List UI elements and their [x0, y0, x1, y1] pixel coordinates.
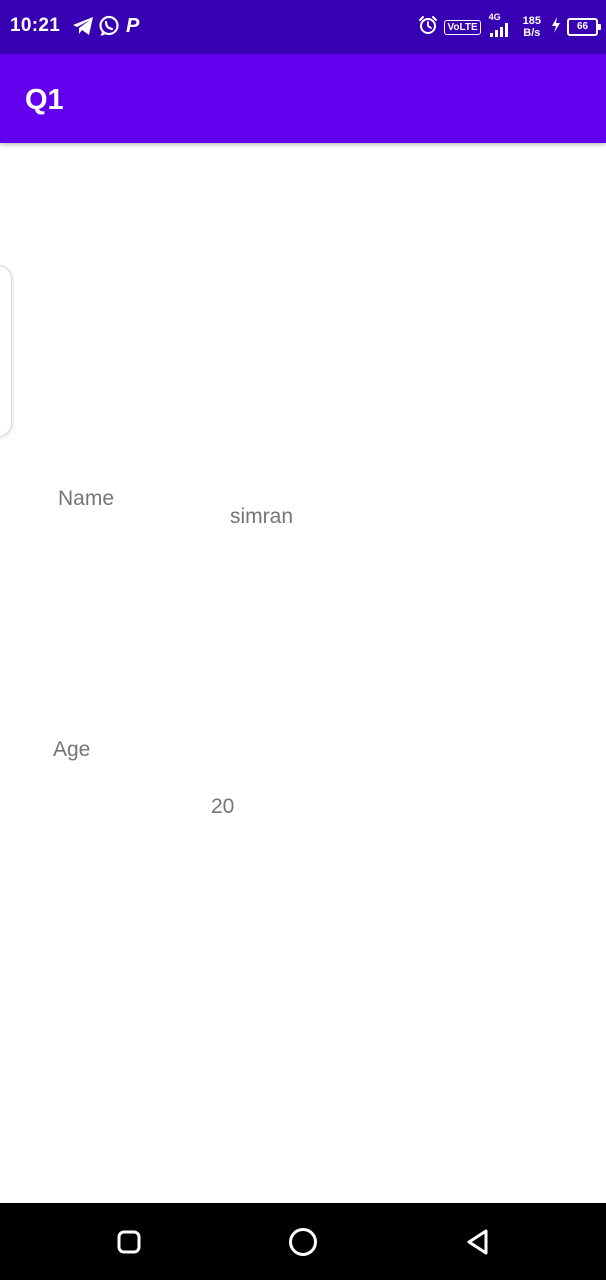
back-button[interactable] — [461, 1225, 495, 1259]
status-right-icons: VoLTE 4G 185 B/s 66 — [418, 12, 601, 42]
back-triangle-icon — [467, 1229, 488, 1255]
charging-bolt-icon — [551, 16, 561, 38]
net-speed-unit: B/s — [523, 27, 541, 39]
net-speed-value: 185 — [522, 15, 541, 27]
net-speed: 185 B/s — [523, 15, 541, 39]
recents-square-icon — [117, 1230, 141, 1254]
name-value: simran — [230, 505, 294, 528]
recents-button[interactable] — [112, 1225, 146, 1259]
volte-badge: VoLTE — [444, 19, 481, 35]
page-title: Q1 — [25, 84, 64, 116]
app-bar: Q1 — [0, 54, 606, 143]
status-time: 10:21 — [10, 15, 61, 36]
notification-icons: P — [72, 14, 139, 38]
navigation-bar — [0, 1203, 606, 1280]
paytm-p-icon: P — [126, 15, 140, 37]
home-button[interactable] — [286, 1225, 320, 1259]
alarm-icon — [418, 15, 438, 40]
battery-icon: 66 — [567, 18, 601, 36]
age-label: Age — [53, 738, 91, 761]
signal-icon: 4G — [487, 12, 513, 39]
status-bar: 10:21 P VoLTE 4G 185 B/s 66 — [0, 0, 606, 54]
home-circle-icon — [289, 1228, 317, 1256]
side-card — [0, 265, 12, 437]
name-label: Name — [58, 487, 115, 510]
age-value: 20 — [211, 795, 235, 818]
whatsapp-icon — [98, 15, 120, 37]
telegram-icon — [72, 16, 94, 36]
